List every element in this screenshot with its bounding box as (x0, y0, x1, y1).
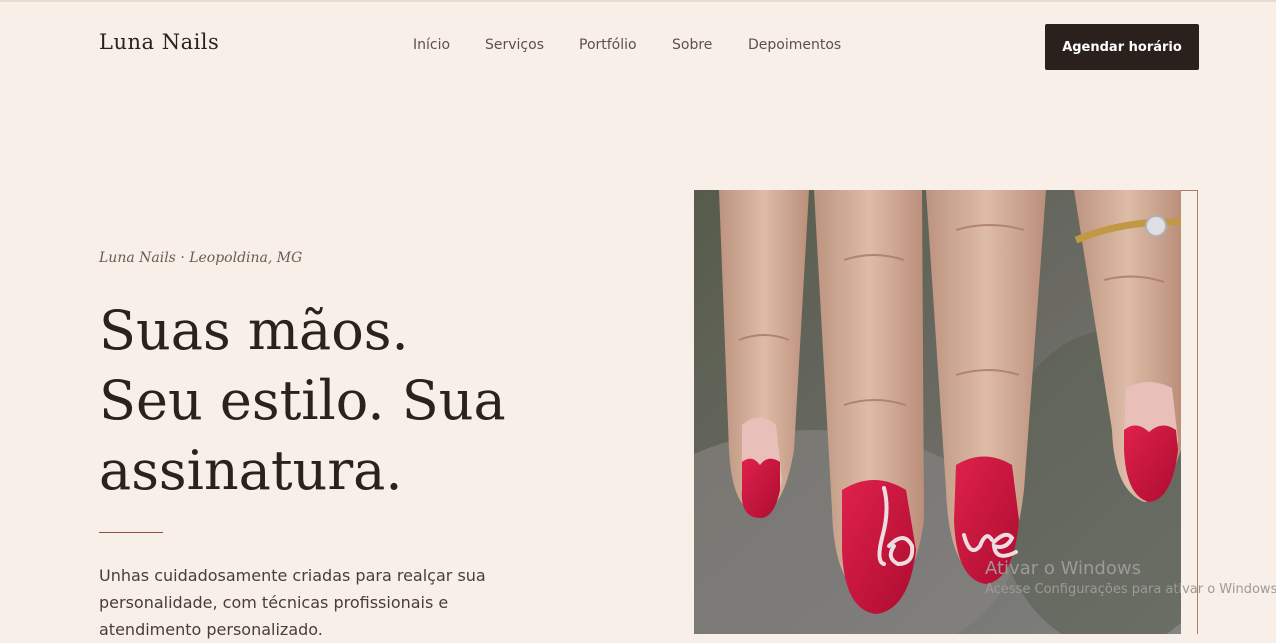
hero-headline: Suas mãos. Seu estilo. Sua assinatura. (99, 296, 619, 506)
nav-item-servicos[interactable]: Serviços (485, 37, 544, 53)
watermark-subtitle: Acesse Configurações para ativar o Windo… (985, 582, 1276, 597)
book-appointment-button[interactable]: Agendar horário (1045, 24, 1199, 70)
nav-item-portfolio[interactable]: Portfólio (579, 37, 637, 53)
headline-line-1: Suas mãos. (99, 299, 409, 362)
nav-item-sobre[interactable]: Sobre (672, 37, 712, 53)
top-border (0, 0, 1276, 2)
windows-activation-watermark: Ativar o Windows Acesse Configurações pa… (985, 558, 1276, 597)
headline-line-2: Seu estilo. Sua (99, 369, 506, 432)
nav-item-depoimentos[interactable]: Depoimentos (748, 37, 841, 53)
brand-logo[interactable]: Luna Nails (99, 30, 219, 54)
hero-eyebrow: Luna Nails · Leopoldina, MG (99, 250, 303, 266)
hero-description: Unhas cuidadosamente criadas para realça… (99, 566, 486, 639)
hero-divider (99, 532, 163, 533)
nav-item-inicio[interactable]: Início (413, 37, 450, 53)
headline-line-3: assinatura. (99, 439, 403, 502)
watermark-title: Ativar o Windows (985, 558, 1141, 579)
